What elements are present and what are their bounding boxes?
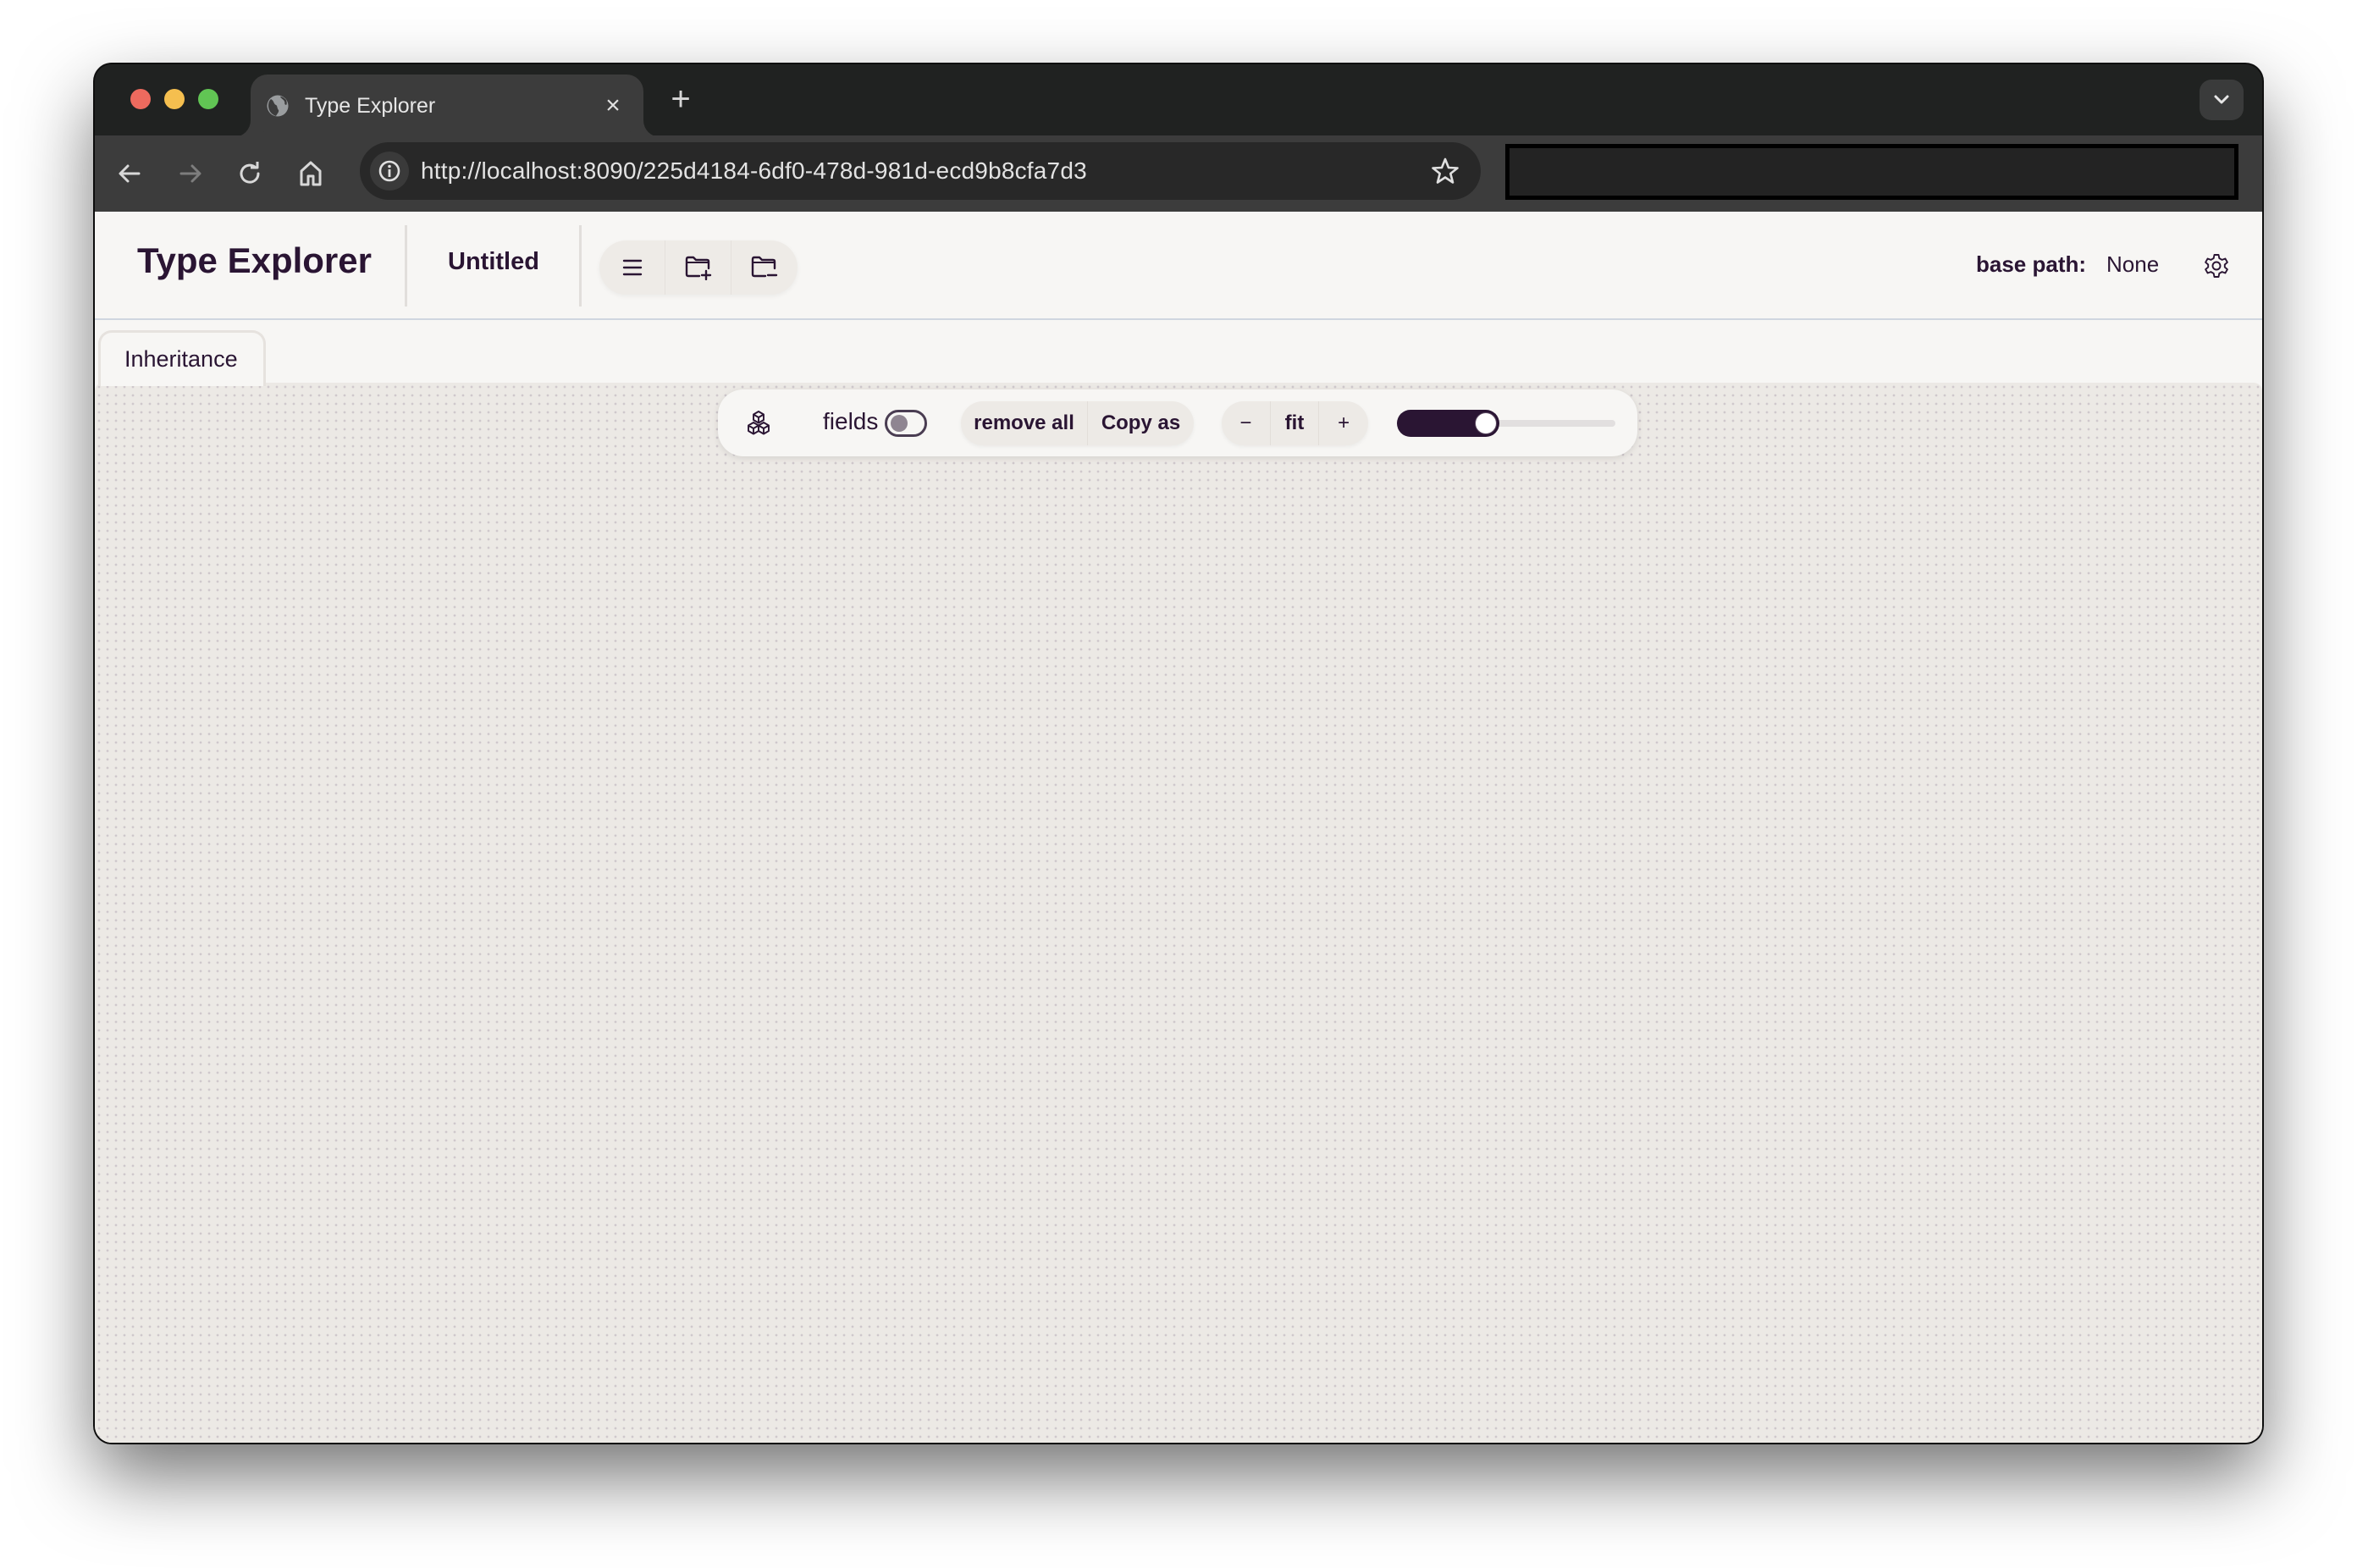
new-tab-button[interactable]: +: [664, 82, 698, 117]
header-divider: [405, 225, 407, 306]
tab-search-button[interactable]: [2200, 80, 2244, 120]
address-bar[interactable]: http://localhost:8090/225d4184-6df0-478d…: [360, 142, 1481, 200]
app-header: Type Explorer Untitled base path: None: [95, 212, 2262, 320]
window-zoom-button[interactable]: [198, 89, 218, 109]
home-button[interactable]: [291, 154, 330, 193]
zoom-out-button[interactable]: −: [1222, 401, 1271, 445]
site-info-button[interactable]: [370, 152, 409, 190]
zoom-in-button[interactable]: +: [1319, 401, 1368, 445]
zoom-slider[interactable]: [1397, 410, 1617, 437]
menu-icon: [622, 259, 642, 276]
tab-close-icon[interactable]: ×: [601, 93, 625, 119]
reload-icon: [240, 162, 260, 184]
back-button[interactable]: [110, 154, 149, 193]
fit-button[interactable]: fit: [1271, 401, 1320, 445]
forward-arrow-icon: [179, 164, 201, 183]
app-title: Type Explorer: [137, 240, 372, 280]
fields-toggle[interactable]: [885, 410, 927, 437]
tab-inheritance[interactable]: Inheritance: [98, 330, 266, 386]
window-close-button[interactable]: [130, 89, 151, 109]
chevron-down-icon: [2214, 95, 2229, 104]
document-title[interactable]: Untitled: [448, 248, 539, 276]
graph-toolbar: fields remove all Copy as − fit +: [718, 389, 1637, 456]
header-divider: [579, 225, 582, 306]
browser-tab[interactable]: Type Explorer ×: [251, 75, 643, 137]
tab-strip: Type Explorer × +: [95, 64, 2262, 137]
bookmark-button[interactable]: [1428, 154, 1462, 188]
add-folder-button[interactable]: [665, 240, 731, 295]
settings-button[interactable]: [2201, 251, 2232, 281]
info-icon: [378, 160, 400, 182]
base-path-label: base path:: [1976, 251, 2087, 277]
url-text[interactable]: http://localhost:8090/225d4184-6df0-478d…: [421, 157, 1428, 185]
browser-toolbar: http://localhost:8090/225d4184-6df0-478d…: [95, 135, 2262, 212]
gear-icon: [2205, 254, 2228, 278]
folder-add-icon: [685, 256, 711, 280]
home-icon: [300, 161, 322, 186]
tab-title: Type Explorer: [305, 93, 436, 118]
zoom-controls-group: − fit +: [1222, 401, 1368, 445]
extension-area: [1505, 144, 2238, 200]
graph-canvas[interactable]: fields remove all Copy as − fit +: [95, 383, 2262, 1443]
app-root: Type Explorer Untitled base path: None I…: [95, 212, 2262, 1443]
globe-icon: [267, 95, 289, 117]
zoom-slider-thumb[interactable]: [1476, 413, 1497, 433]
window-minimize-button[interactable]: [164, 89, 185, 109]
add-type-button[interactable]: [743, 408, 774, 439]
forward-button[interactable]: [171, 154, 210, 193]
file-actions-group: [599, 240, 798, 295]
menu-button[interactable]: [599, 240, 665, 295]
fields-label: fields: [823, 408, 879, 434]
view-tabs: Inheritance: [95, 322, 2262, 386]
graph-actions-group: remove all Copy as: [961, 401, 1194, 445]
folder-remove-icon: [751, 256, 778, 278]
remove-all-button[interactable]: remove all: [961, 401, 1088, 445]
back-arrow-icon: [119, 164, 141, 183]
cubes-icon: [748, 411, 770, 435]
browser-window: Type Explorer × + http://localhost:8090/…: [95, 64, 2262, 1443]
fields-toggle-knob: [891, 415, 908, 432]
reload-button[interactable]: [231, 154, 270, 193]
remove-folder-button[interactable]: [731, 240, 798, 295]
base-path-value: None: [2106, 251, 2160, 277]
copy-as-button[interactable]: Copy as: [1088, 401, 1194, 445]
star-icon: [1432, 157, 1459, 184]
